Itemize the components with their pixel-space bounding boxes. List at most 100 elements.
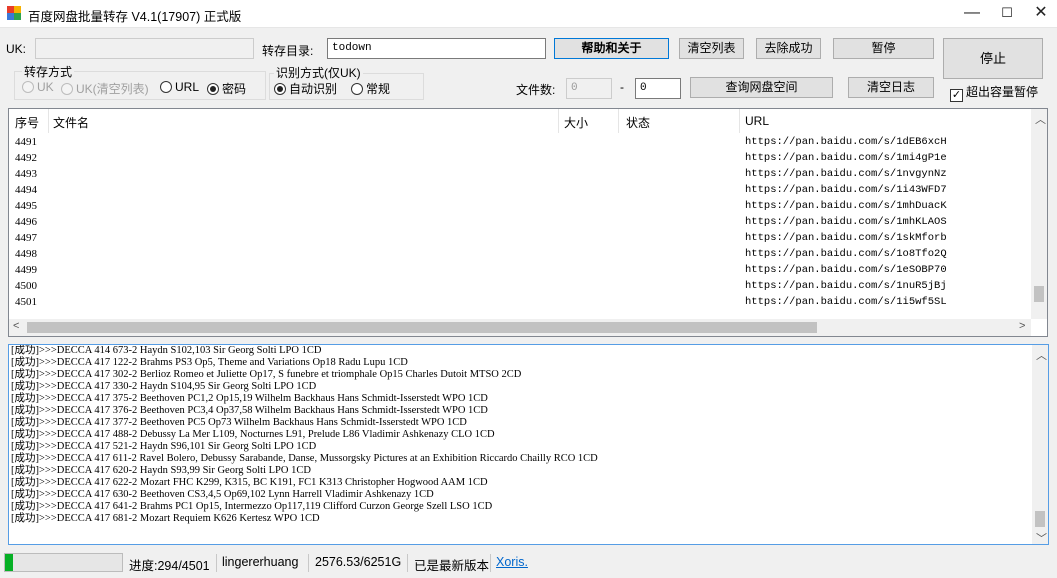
list-horizontal-scrollbar[interactable]: < >: [9, 319, 1031, 336]
checkmark-icon: ✓: [950, 89, 963, 102]
range-dash: -: [620, 80, 624, 94]
table-row[interactable]: 4494 https://pan.baidu.com/s/1i43WFD7: [9, 182, 1029, 198]
over-capacity-pause-checkbox[interactable]: ✓ 超出容量暂停: [950, 83, 1038, 102]
mode-uk-clear-radio[interactable]: UK(清空列表): [61, 80, 149, 97]
row-seq: 4491: [15, 136, 37, 148]
file-count-from-input[interactable]: 0: [566, 78, 612, 99]
clear-list-button[interactable]: 清空列表: [679, 38, 744, 59]
row-seq: 4494: [15, 184, 37, 196]
log-line: [成功]>>>DECCA 417 681-2 Mozart Requiem K6…: [11, 513, 320, 524]
scroll-down-icon[interactable]: ﹀: [1036, 530, 1047, 544]
scroll-up-icon[interactable]: ︿: [1036, 347, 1047, 363]
row-seq: 4497: [15, 232, 37, 244]
scroll-thumb[interactable]: [27, 322, 817, 333]
space-usage: 2576.53/6251G: [315, 555, 402, 569]
table-row[interactable]: 4493 https://pan.baidu.com/s/1nvgynNz: [9, 166, 1029, 182]
log-line: [成功]>>>DECCA 417 521-2 Haydn S96,101 Sir…: [11, 441, 317, 452]
status-bar: 进度:294/4501 lingererhuang 2576.53/6251G …: [0, 551, 1057, 575]
progress-bar: [4, 553, 123, 572]
log-vertical-scrollbar[interactable]: ︿ ﹀: [1032, 345, 1048, 544]
radio-checked-icon: [274, 83, 286, 95]
log-line: [成功]>>>DECCA 417 376-2 Beethoven PC3,4 O…: [11, 405, 488, 416]
uk-label: UK:: [6, 42, 27, 56]
row-url: https://pan.baidu.com/s/1nvgynNz: [745, 168, 947, 180]
title-bar: 百度网盘批量转存 V4.1(17907) 正式版 — ☐ ✕: [0, 0, 1057, 28]
minimize-button[interactable]: —: [955, 0, 989, 28]
radio-checked-icon: [207, 83, 219, 95]
log-line: [成功]>>>DECCA 414 673-2 Haydn S102,103 Si…: [11, 345, 322, 356]
row-url: https://pan.baidu.com/s/1o8Tfo2Q: [745, 248, 947, 260]
log-line: [成功]>>>DECCA 417 622-2 Mozart FHC K299, …: [11, 477, 488, 488]
save-dir-input[interactable]: todown: [327, 38, 546, 59]
scroll-right-icon[interactable]: >: [1019, 320, 1025, 332]
pause-button[interactable]: 暂停: [833, 38, 934, 59]
detect-auto-radio[interactable]: 自动识别: [274, 80, 337, 97]
log-lines: [成功]>>>DECCA 414 673-2 Haydn S102,103 Si…: [9, 345, 1048, 525]
radio-icon: [61, 83, 73, 95]
help-about-button[interactable]: 帮助和关于: [554, 38, 669, 59]
log-line: [成功]>>>DECCA 417 330-2 Haydn S104,95 Sir…: [11, 381, 317, 392]
file-count-to-input[interactable]: 0: [635, 78, 681, 99]
author-link[interactable]: Xoris.: [496, 555, 528, 569]
row-seq: 4498: [15, 248, 37, 260]
column-header-size[interactable]: 大小: [564, 114, 588, 131]
log-line: [成功]>>>DECCA 417 611-2 Ravel Bolero, Deb…: [11, 453, 598, 464]
table-row[interactable]: 4498 https://pan.baidu.com/s/1o8Tfo2Q: [9, 246, 1029, 262]
column-header-filename[interactable]: 文件名: [53, 114, 89, 131]
table-row[interactable]: 4499 https://pan.baidu.com/s/1eSOBP70: [9, 262, 1029, 278]
table-row[interactable]: 4496 https://pan.baidu.com/s/1mhKLAOS: [9, 214, 1029, 230]
save-mode-title: 转存方式: [22, 63, 75, 80]
user-name: lingererhuang: [222, 555, 299, 569]
mode-password-radio[interactable]: 密码: [207, 80, 246, 97]
window-title: 百度网盘批量转存 V4.1(17907) 正式版: [28, 10, 242, 24]
close-button[interactable]: ✕: [1024, 0, 1057, 28]
row-seq: 4499: [15, 264, 37, 276]
log-line: [成功]>>>DECCA 417 630-2 Beethoven CS3,4,5…: [11, 489, 434, 500]
row-url: https://pan.baidu.com/s/1i5wf5SL: [745, 296, 947, 308]
uk-input[interactable]: [35, 38, 254, 59]
row-url: https://pan.baidu.com/s/1eSOBP70: [745, 264, 947, 276]
log-line: [成功]>>>DECCA 417 377-2 Beethoven PC5 Op7…: [11, 417, 467, 428]
row-seq: 4495: [15, 200, 37, 212]
scroll-thumb[interactable]: [1034, 286, 1044, 302]
mode-url-radio[interactable]: URL: [160, 80, 199, 94]
list-vertical-scrollbar[interactable]: ︿: [1031, 109, 1047, 319]
file-list[interactable]: 序号 文件名 大小 状态 URL 4491 https://pan.baidu.c…: [8, 108, 1048, 337]
log-line: [成功]>>>DECCA 417 488-2 Debussy La Mer L1…: [11, 429, 495, 440]
log-line: [成功]>>>DECCA 417 375-2 Beethoven PC1,2 O…: [11, 393, 488, 404]
clear-log-button[interactable]: 清空日志: [848, 77, 934, 98]
radio-icon: [160, 81, 172, 93]
row-url: https://pan.baidu.com/s/1skMforb: [745, 232, 947, 244]
log-line: [成功]>>>DECCA 417 620-2 Haydn S93,99 Sir …: [11, 465, 311, 476]
table-row[interactable]: 4501 https://pan.baidu.com/s/1i5wf5SL: [9, 294, 1029, 310]
row-seq: 4501: [15, 296, 37, 308]
mode-uk-radio[interactable]: UK: [22, 80, 54, 94]
remove-success-button[interactable]: 去除成功: [756, 38, 821, 59]
row-seq: 4500: [15, 280, 37, 292]
stop-button[interactable]: 停止: [943, 38, 1043, 79]
table-row[interactable]: 4491 https://pan.baidu.com/s/1dEB6xcH: [9, 134, 1029, 150]
query-space-button[interactable]: 查询网盘空间: [690, 77, 833, 98]
scroll-left-icon[interactable]: <: [13, 320, 19, 332]
progress-fill: [5, 554, 13, 571]
column-header-url[interactable]: URL: [745, 114, 769, 128]
progress-text: 进度:294/4501: [129, 559, 210, 573]
scroll-up-icon[interactable]: ︿: [1035, 111, 1046, 127]
table-row[interactable]: 4497 https://pan.baidu.com/s/1skMforb: [9, 230, 1029, 246]
scroll-thumb[interactable]: [1035, 511, 1045, 527]
detect-normal-radio[interactable]: 常规: [351, 80, 390, 97]
table-row[interactable]: 4500 https://pan.baidu.com/s/1nuR5jBj: [9, 278, 1029, 294]
row-seq: 4493: [15, 168, 37, 180]
row-url: https://pan.baidu.com/s/1mi4gP1e: [745, 152, 947, 164]
column-header-status[interactable]: 状态: [626, 114, 650, 131]
detect-mode-title: 识别方式(仅UK): [274, 64, 363, 81]
row-url: https://pan.baidu.com/s/1mhKLAOS: [745, 216, 947, 228]
list-header: 序号 文件名 大小 状态 URL: [9, 109, 1047, 133]
log-textarea[interactable]: [成功]>>>DECCA 414 673-2 Haydn S102,103 Si…: [8, 344, 1049, 545]
table-row[interactable]: 4495 https://pan.baidu.com/s/1mhDuacK: [9, 198, 1029, 214]
log-line: [成功]>>>DECCA 417 641-2 Brahms PC1 Op15, …: [11, 501, 493, 512]
table-row[interactable]: 4492 https://pan.baidu.com/s/1mi4gP1e: [9, 150, 1029, 166]
row-url: https://pan.baidu.com/s/1nuR5jBj: [745, 280, 947, 292]
column-header-seq[interactable]: 序号: [15, 114, 39, 131]
maximize-button[interactable]: ☐: [990, 0, 1024, 28]
